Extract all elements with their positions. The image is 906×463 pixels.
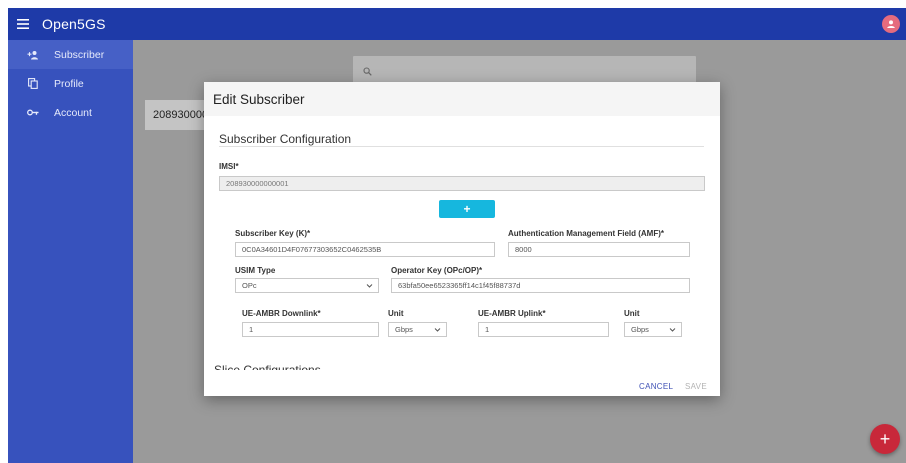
section-title: Subscriber Configuration (219, 132, 352, 146)
subscriber-card[interactable]: 2089300000 (145, 100, 211, 130)
subscriber-key-field[interactable]: 0C0A34601D4F07677303652C0462535B (235, 242, 495, 257)
uplink-unit-label: Unit (624, 309, 640, 318)
add-subscriber-fab[interactable]: + (870, 424, 900, 454)
imsi-field: 208930000000001 (219, 176, 705, 191)
usim-type-label: USIM Type (235, 266, 276, 275)
sidebar-item-label: Subscriber (54, 48, 105, 61)
chevron-down-icon (434, 328, 441, 332)
downlink-unit-value: Gbps (395, 325, 413, 334)
sidebar-item-subscriber[interactable]: Subscriber (8, 40, 133, 69)
ambr-uplink-label: UE-AMBR Uplink* (478, 309, 546, 318)
downlink-unit-select[interactable]: Gbps (388, 322, 447, 337)
sidebar-item-label: Profile (54, 77, 84, 90)
usim-type-select[interactable]: OPc (235, 278, 379, 293)
app-title: Open5GS (42, 16, 106, 32)
add-button[interactable]: + (439, 200, 495, 218)
sidebar-item-account[interactable]: Account (8, 98, 133, 127)
chevron-down-icon (669, 328, 676, 332)
ambr-downlink-label: UE-AMBR Downlink* (242, 309, 321, 318)
uplink-unit-select[interactable]: Gbps (624, 322, 682, 337)
sidebar-item-profile[interactable]: Profile (8, 69, 133, 98)
app-bar: Open5GS (8, 8, 906, 40)
hamburger-menu-icon (17, 19, 29, 29)
slice-configurations-title: Slice Configurations (214, 363, 321, 370)
dialog-header: Edit Subscriber (204, 82, 720, 116)
usim-type-value: OPc (242, 281, 257, 290)
account-avatar[interactable] (882, 15, 900, 33)
chevron-down-icon (366, 284, 373, 288)
amf-label: Authentication Management Field (AMF)* (508, 229, 664, 238)
person-add-icon (24, 50, 42, 60)
section-divider (219, 146, 704, 147)
menu-button[interactable] (10, 8, 36, 40)
search-icon (363, 66, 372, 76)
subscriber-card-imsi: 2089300000 (153, 109, 211, 121)
dialog-title: Edit Subscriber (213, 91, 305, 107)
sidebar: Subscriber Profile Account (8, 40, 133, 463)
app-screen: Open5GS Subscriber Profile Account 20893… (8, 8, 906, 463)
copy-icon (24, 78, 42, 89)
sidebar-item-label: Account (54, 106, 92, 119)
subscriber-key-label: Subscriber Key (K)* (235, 229, 311, 238)
cancel-button[interactable]: CANCEL (639, 382, 673, 391)
key-icon (24, 109, 42, 116)
downlink-unit-label: Unit (388, 309, 404, 318)
imsi-label: IMSI* (219, 162, 239, 171)
operator-key-field[interactable]: 63bfa50ee6523365ff14c1f45f88737d (391, 278, 690, 293)
operator-key-label: Operator Key (OPc/OP)* (391, 266, 483, 275)
user-avatar-icon (887, 20, 895, 28)
amf-field[interactable]: 8000 (508, 242, 690, 257)
ambr-uplink-field[interactable]: 1 (478, 322, 609, 337)
uplink-unit-value: Gbps (631, 325, 649, 334)
ambr-downlink-field[interactable]: 1 (242, 322, 379, 337)
edit-subscriber-dialog: Edit Subscriber Subscriber Configuration… (204, 82, 720, 396)
save-button[interactable]: SAVE (685, 382, 707, 391)
